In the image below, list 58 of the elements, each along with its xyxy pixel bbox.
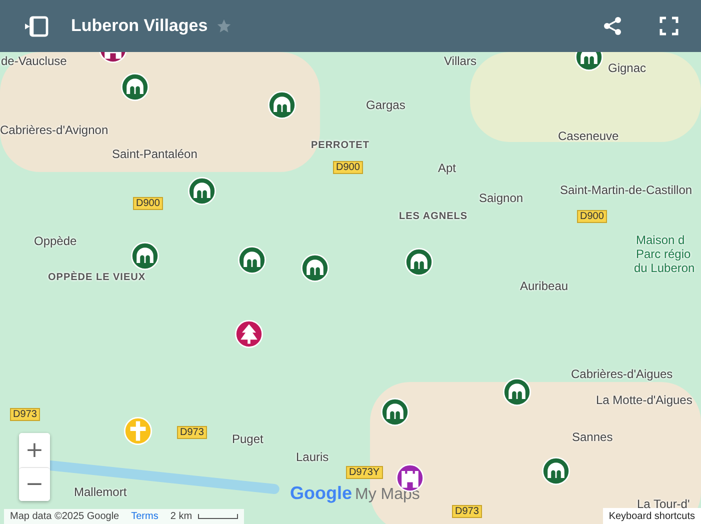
place-label: La Motte-d'Aigues bbox=[596, 393, 692, 407]
tree-pin-icon[interactable] bbox=[235, 320, 263, 348]
place-label: Saint-Pantaléon bbox=[112, 147, 198, 161]
place-label: Saignon bbox=[479, 191, 524, 205]
place-label: Caseneuve bbox=[558, 129, 619, 143]
sidebar-toggle-icon[interactable] bbox=[24, 16, 49, 36]
road-number: D973 bbox=[452, 505, 482, 518]
park-label: Parc régio bbox=[636, 247, 691, 261]
village-pin-icon[interactable] bbox=[503, 378, 531, 406]
park-label: Maison d bbox=[636, 233, 685, 247]
road-number: D973 bbox=[177, 426, 207, 439]
terms-link[interactable]: Terms bbox=[131, 511, 158, 522]
place-label: La Tour-d' bbox=[637, 497, 690, 511]
place-label: Auribeau bbox=[520, 279, 568, 293]
village-pin-icon[interactable] bbox=[381, 398, 409, 426]
keyboard-shortcuts-button[interactable]: Keyboard shortcuts bbox=[602, 508, 701, 524]
place-label: Saint-Martin-de-Castillon bbox=[560, 183, 692, 197]
village-pin-icon[interactable] bbox=[542, 457, 570, 485]
scale-bar bbox=[198, 514, 238, 519]
zoom-out-button[interactable]: − bbox=[19, 467, 50, 501]
village-pin-icon[interactable] bbox=[268, 91, 296, 119]
place-label: Apt bbox=[438, 161, 456, 175]
area-label: LES AGNELS bbox=[399, 211, 468, 222]
park-label: du Luberon bbox=[634, 261, 695, 275]
road-number: D900 bbox=[133, 197, 163, 210]
road-number: D973Y bbox=[346, 466, 383, 479]
village-pin-icon[interactable] bbox=[188, 177, 216, 205]
place-label: Mallemort bbox=[74, 485, 127, 499]
share-icon[interactable] bbox=[603, 16, 623, 36]
zoom-in-button[interactable]: + bbox=[19, 433, 50, 467]
road-number: D973 bbox=[10, 408, 40, 421]
logo-product: My Maps bbox=[355, 486, 420, 504]
village-pin-icon[interactable] bbox=[301, 254, 329, 282]
place-label: Villars bbox=[444, 54, 476, 68]
village-pin-icon[interactable] bbox=[238, 246, 266, 274]
village-pin-icon[interactable] bbox=[405, 248, 433, 276]
village-pin-icon[interactable] bbox=[131, 242, 159, 270]
place-label: Lauris bbox=[296, 450, 329, 464]
village-pin-icon[interactable] bbox=[121, 73, 149, 101]
place-label: Gargas bbox=[366, 98, 406, 112]
logo-brand: Google bbox=[290, 483, 352, 504]
map-drawing[interactable] bbox=[0, 52, 701, 524]
road-number: D900 bbox=[577, 210, 607, 223]
star-icon[interactable] bbox=[216, 18, 232, 34]
area-label: PERROTET bbox=[311, 140, 370, 151]
place-label: Cabrières-d'Avignon bbox=[0, 123, 108, 137]
attribution-text: Map data ©2025 Google bbox=[10, 511, 120, 522]
place-label: de-Vaucluse bbox=[1, 54, 67, 68]
place-label: Gignac bbox=[608, 61, 646, 75]
road-number: D900 bbox=[333, 161, 363, 174]
scale-label: 2 km bbox=[170, 511, 192, 522]
place-label: Sannes bbox=[572, 430, 613, 444]
map-title: Luberon Villages bbox=[71, 16, 208, 36]
place-label: Oppède bbox=[34, 234, 77, 248]
place-label: Cabrières-d'Aigues bbox=[571, 367, 673, 381]
fullscreen-icon[interactable] bbox=[659, 16, 679, 36]
area-label: OPPÈDE LE VIEUX bbox=[48, 272, 146, 283]
place-label: Puget bbox=[232, 432, 264, 446]
